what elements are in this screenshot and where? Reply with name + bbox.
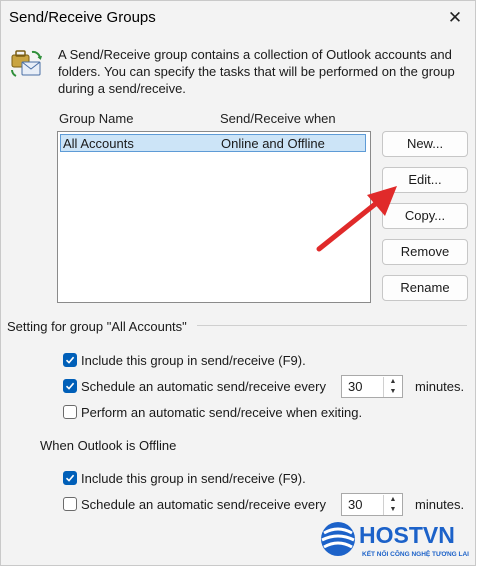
offline-schedule-label: Schedule an automatic send/receive every <box>81 497 326 512</box>
spin-down-icon[interactable]: ▼ <box>383 387 402 397</box>
send-receive-groups-icon <box>10 46 44 80</box>
watermark-tagline: KẾT NỐI CÔNG NGHỆ TƯƠNG LAI <box>362 548 469 558</box>
column-header-group-name: Group Name <box>59 111 134 126</box>
spin-up-icon[interactable]: ▲ <box>383 377 402 387</box>
title-bar: Send/Receive Groups ✕ <box>1 1 475 35</box>
minutes-label: minutes. <box>415 379 465 394</box>
offline-minutes-label: minutes. <box>415 497 465 512</box>
spin-down-icon[interactable]: ▼ <box>383 505 402 515</box>
offline-include-group-label: Include this group in send/receive (F9). <box>81 471 306 486</box>
send-receive-on-exit-label: Perform an automatic send/receive when e… <box>81 405 363 420</box>
schedule-send-receive-label: Schedule an automatic send/receive every <box>81 379 326 394</box>
column-header-send-receive-when: Send/Receive when <box>220 111 336 126</box>
schedule-minutes-value: 30 <box>348 379 363 394</box>
hostvn-watermark-logo: HOSTVN KẾT NỐI CÔNG NGHỆ TƯƠNG LAI <box>318 515 477 565</box>
spin-up-icon[interactable]: ▲ <box>383 495 402 505</box>
schedule-minutes-stepper[interactable]: 30 ▲ ▼ <box>341 375 403 398</box>
offline-minutes-value: 30 <box>348 497 363 512</box>
send-receive-on-exit-checkbox[interactable] <box>63 405 77 419</box>
send-receive-groups-dialog: Send/Receive Groups ✕ A Send/Receive gro… <box>0 0 476 566</box>
group-name-cell: All Accounts <box>63 136 134 151</box>
schedule-send-receive-checkbox[interactable] <box>63 379 77 393</box>
watermark-brand: HOSTVN <box>359 522 455 548</box>
send-receive-when-cell: Online and Offline <box>221 136 325 151</box>
offline-minutes-stepper[interactable]: 30 ▲ ▼ <box>341 493 403 516</box>
offline-schedule-checkbox[interactable] <box>63 497 77 511</box>
section-divider <box>197 325 467 326</box>
rename-button[interactable]: Rename <box>382 275 468 301</box>
close-icon[interactable]: ✕ <box>441 7 469 29</box>
table-row-all-accounts[interactable]: All Accounts Online and Offline <box>60 134 366 152</box>
offline-settings-heading: When Outlook is Offline <box>40 438 177 453</box>
include-group-checkbox[interactable] <box>63 353 77 367</box>
offline-include-group-checkbox[interactable] <box>63 471 77 485</box>
group-settings-heading: Setting for group "All Accounts" <box>7 319 187 334</box>
window-title: Send/Receive Groups <box>9 9 156 26</box>
dialog-description: A Send/Receive group contains a collecti… <box>58 47 455 96</box>
include-group-label: Include this group in send/receive (F9). <box>81 353 306 368</box>
annotation-arrow <box>311 181 406 259</box>
new-button[interactable]: New... <box>382 131 468 157</box>
